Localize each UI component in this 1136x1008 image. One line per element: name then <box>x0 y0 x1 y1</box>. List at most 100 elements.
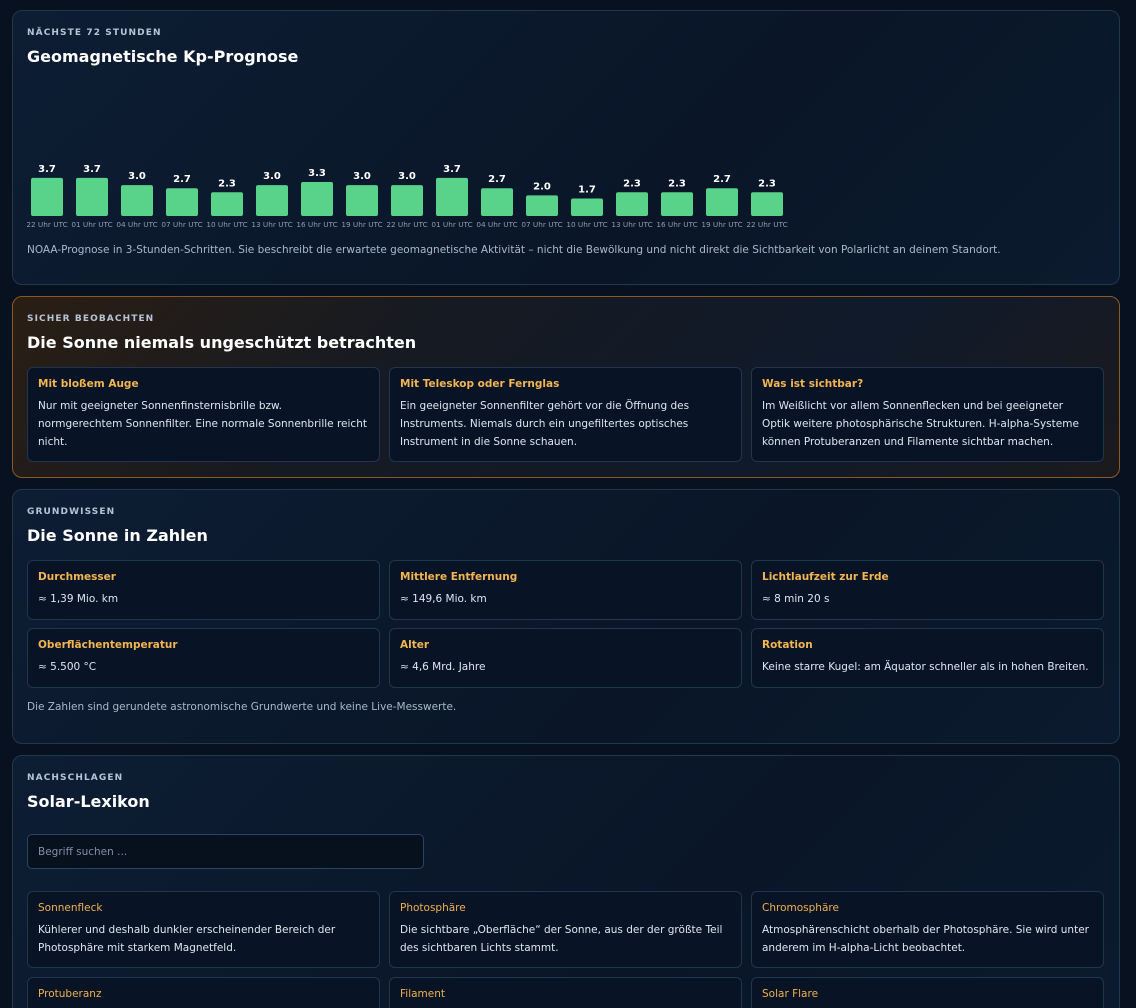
kp-time-label: 07 Uhr UTC <box>521 220 562 229</box>
lexikon-definition: Kühlerer und deshalb dunkler erscheinend… <box>38 924 336 954</box>
facts-eyebrow: GRUNDWISSEN <box>27 507 116 517</box>
kp-bar <box>391 185 423 216</box>
lexikon-term: Photosphäre <box>400 902 466 914</box>
kp-time-label: 01 Uhr UTC <box>431 220 472 229</box>
kp-note: NOAA-Prognose in 3-Stunden-Schritten. Si… <box>27 244 1001 256</box>
lexikon-title: Solar-Lexikon <box>27 792 150 811</box>
facts-title: Die Sonne in Zahlen <box>27 526 208 545</box>
lexikon-card-grid: Sonnenfleck Kühlerer und deshalb dunkler… <box>27 891 1105 1008</box>
fact-card-title: Lichtlaufzeit zur Erde <box>762 571 889 583</box>
kp-value-label: 2.7 <box>713 174 731 185</box>
kp-time-label: 13 Uhr UTC <box>251 220 292 229</box>
kp-time-label: 10 Uhr UTC <box>566 220 607 229</box>
safety-card-body: Im Weißlicht vor allem Sonnenflecken und… <box>762 400 1079 448</box>
lexikon-term: Chromosphäre <box>762 902 839 914</box>
kp-time-label: 13 Uhr UTC <box>611 220 652 229</box>
kp-value-label: 2.7 <box>173 174 191 185</box>
safety-card-visible: Was ist sichtbar? Im Weißlicht vor allem… <box>751 367 1104 462</box>
kp-time-label: 16 Uhr UTC <box>656 220 697 229</box>
fact-card-value: ≈ 5.500 °C <box>38 661 97 673</box>
facts-note: Die Zahlen sind gerundete astronomische … <box>27 701 457 713</box>
kp-value-label: 2.7 <box>488 174 506 185</box>
fact-card-distance: Mittlere Entfernung ≈ 149,6 Mio. km <box>389 560 742 620</box>
fact-card-rotation: Rotation Keine starre Kugel: am Äquator … <box>751 628 1104 688</box>
kp-value-label: 3.0 <box>398 171 416 182</box>
lexikon-definition: Die sichtbare „Oberfläche“ der Sonne, au… <box>400 924 723 954</box>
kp-time-label: 19 Uhr UTC <box>701 220 742 229</box>
fact-card-value: Keine starre Kugel: am Äquator schneller… <box>762 661 1089 673</box>
fact-card-title: Oberflächentemperatur <box>38 639 178 651</box>
kp-bar <box>346 185 378 216</box>
kp-value-label: 2.3 <box>623 178 641 189</box>
kp-value-label: 3.3 <box>308 168 326 179</box>
lexikon-term: Filament <box>400 988 446 1000</box>
kp-bar <box>526 195 558 216</box>
kp-bar <box>256 185 288 216</box>
kp-time-label: 22 Uhr UTC <box>27 220 68 229</box>
kp-value-label: 2.3 <box>758 178 776 189</box>
fact-card-title: Durchmesser <box>38 571 116 583</box>
kp-bar <box>481 188 513 216</box>
kp-value-label: 3.7 <box>83 164 101 175</box>
safety-panel: SICHER BEOBACHTEN Die Sonne niemals unge… <box>12 296 1120 478</box>
lexikon-panel: NACHSCHLAGEN Solar-Lexikon Sonnenfleck K… <box>12 755 1120 1008</box>
lexikon-term: Sonnenfleck <box>38 902 103 914</box>
kp-time-label: 01 Uhr UTC <box>71 220 112 229</box>
lexikon-card-filament[interactable]: Filament <box>389 977 742 1008</box>
kp-value-label: 2.3 <box>668 178 686 189</box>
kp-time-label: 04 Uhr UTC <box>116 220 157 229</box>
lexikon-eyebrow: NACHSCHLAGEN <box>27 773 124 783</box>
facts-panel: GRUNDWISSEN Die Sonne in Zahlen Durchmes… <box>12 489 1120 744</box>
lexikon-card-protuberanz[interactable]: Protuberanz <box>27 977 380 1008</box>
fact-card-value: ≈ 8 min 20 s <box>762 593 830 605</box>
kp-bar <box>571 198 603 216</box>
kp-bar <box>31 177 63 216</box>
kp-time-label: 19 Uhr UTC <box>341 220 382 229</box>
safety-card-title: Mit bloßem Auge <box>38 378 139 390</box>
kp-value-label: 1.7 <box>578 184 596 195</box>
kp-value-label: 3.0 <box>263 171 281 182</box>
safety-card-naked-eye: Mit bloßem Auge Nur mit geeigneter Sonne… <box>27 367 380 462</box>
lexikon-card-chromosphaere[interactable]: Chromosphäre Atmosphärenschicht oberhalb… <box>751 891 1104 968</box>
fact-card-value: ≈ 149,6 Mio. km <box>400 593 487 605</box>
kp-value-label: 3.0 <box>353 171 371 182</box>
kp-time-label: 22 Uhr UTC <box>746 220 787 229</box>
kp-time-label: 07 Uhr UTC <box>161 220 202 229</box>
safety-card-body: Ein geeigneter Sonnenfilter gehört vor d… <box>400 400 690 448</box>
lexikon-card-solar-flare[interactable]: Solar Flare <box>751 977 1104 1008</box>
kp-bar <box>661 192 693 216</box>
safety-eyebrow: SICHER BEOBACHTEN <box>27 314 155 324</box>
fact-card-title: Rotation <box>762 639 813 651</box>
kp-bar <box>616 192 648 216</box>
safety-card-telescope: Mit Teleskop oder Fernglas Ein geeignete… <box>389 367 742 462</box>
fact-card-title: Alter <box>400 639 430 651</box>
kp-forecast-panel: NÄCHSTE 72 STUNDEN Geomagnetische Kp-Pro… <box>12 10 1120 285</box>
fact-card-light-time: Lichtlaufzeit zur Erde ≈ 8 min 20 s <box>751 560 1104 620</box>
kp-bar <box>121 185 153 216</box>
lexikon-card-sonnenfleck[interactable]: Sonnenfleck Kühlerer und deshalb dunkler… <box>27 891 380 968</box>
kp-time-label: 22 Uhr UTC <box>386 220 427 229</box>
lexikon-term: Solar Flare <box>762 988 819 1000</box>
fact-card-value: ≈ 4,6 Mrd. Jahre <box>400 661 486 673</box>
kp-bar <box>211 192 243 216</box>
fact-card-age: Alter ≈ 4,6 Mrd. Jahre <box>389 628 742 688</box>
kp-value-label: 3.0 <box>128 171 146 182</box>
kp-value-label: 3.7 <box>38 164 56 175</box>
kp-bar <box>301 182 333 216</box>
kp-bar <box>436 177 468 216</box>
kp-time-label: 04 Uhr UTC <box>476 220 517 229</box>
lexikon-card-photosphaere[interactable]: Photosphäre Die sichtbare „Oberfläche“ d… <box>389 891 742 968</box>
kp-bar <box>76 177 108 216</box>
lexikon-definition: Atmosphärenschicht oberhalb der Photosph… <box>762 924 1089 954</box>
safety-card-title: Mit Teleskop oder Fernglas <box>400 378 560 390</box>
kp-title: Geomagnetische Kp-Prognose <box>27 47 299 66</box>
kp-value-label: 2.0 <box>533 181 551 192</box>
kp-value-label: 2.3 <box>218 178 236 189</box>
kp-bar <box>706 188 738 216</box>
fact-card-temperature: Oberflächentemperatur ≈ 5.500 °C <box>27 628 380 688</box>
kp-time-label: 10 Uhr UTC <box>206 220 247 229</box>
kp-bar <box>751 192 783 216</box>
lexikon-search-input[interactable] <box>27 834 424 869</box>
fact-card-diameter: Durchmesser ≈ 1,39 Mio. km <box>27 560 380 620</box>
kp-value-label: 3.7 <box>443 164 461 175</box>
